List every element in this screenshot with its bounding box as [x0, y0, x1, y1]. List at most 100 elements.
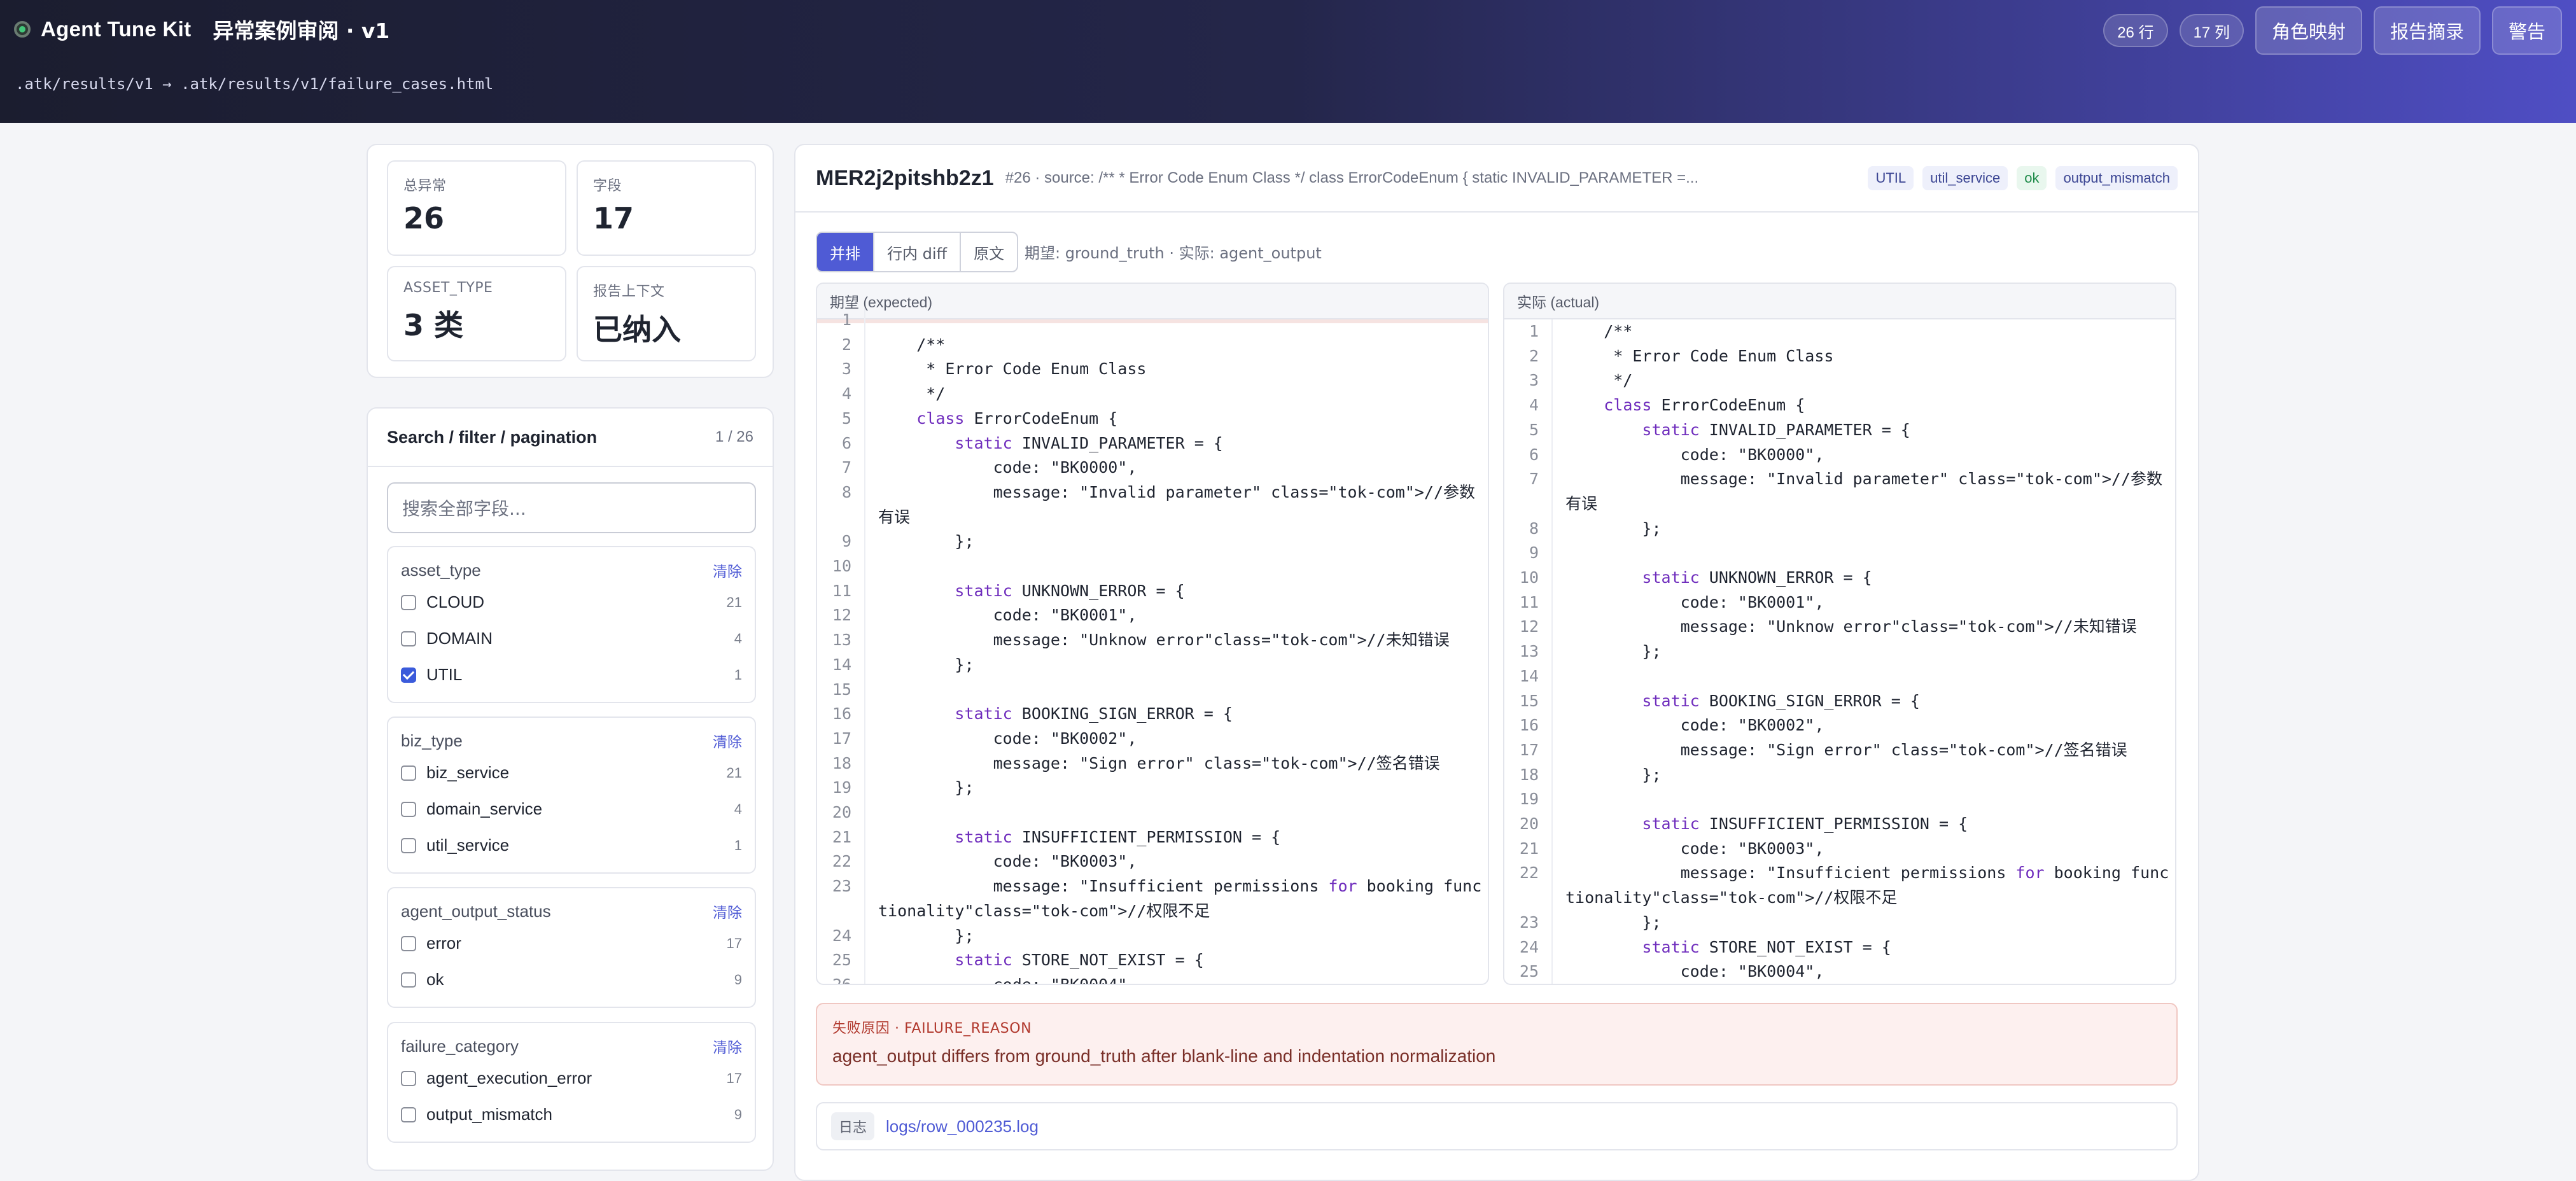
search-input[interactable]: 搜索全部字段...	[387, 482, 756, 533]
filter-option-label: UTIL	[426, 665, 463, 684]
filter-group-failure-category: failure_category 清除 agent_execution_error 1…	[387, 1022, 756, 1143]
results-path: .atk/results/v1 → .atk/results/v1/failur…	[15, 75, 494, 93]
clear-filter-button[interactable]: 清除	[713, 559, 742, 581]
code-text: code: "BK0004",	[878, 975, 1137, 985]
checkbox-icon[interactable]	[401, 972, 416, 988]
code-gutter	[858, 628, 865, 653]
filter-option[interactable]: biz_service 21	[401, 755, 742, 791]
filter-option[interactable]: UTIL 1	[401, 657, 742, 693]
keyword-token: static	[1642, 814, 1700, 834]
stat-value: 17	[593, 201, 634, 235]
code-gutter	[1545, 812, 1553, 837]
code-text: };	[878, 532, 974, 551]
code-text: static UNKNOWN_ERROR = {	[1642, 568, 1872, 587]
code-gutter	[1545, 368, 1553, 394]
checkbox-icon[interactable]	[401, 837, 416, 853]
code-gutter	[858, 357, 865, 382]
filter-option-count: 17	[726, 1070, 742, 1086]
filter-option[interactable]: CLOUD 21	[401, 584, 742, 620]
filter-option[interactable]: agent_execution_error 17	[401, 1060, 742, 1096]
stat-label: 总异常	[403, 178, 447, 194]
line-number: 3	[841, 360, 851, 379]
code-text: code: "BK0000",	[878, 458, 1137, 477]
code-text: message: "Invalid parameter" class="tok-…	[878, 482, 1476, 526]
code-gutter	[1545, 442, 1553, 468]
checkbox-checked-icon[interactable]	[401, 667, 416, 683]
tab-raw[interactable]: 原文	[961, 233, 1017, 271]
checkbox-icon[interactable]	[401, 594, 416, 610]
line-number: 2	[841, 335, 851, 354]
record-id: MER2j2pitshb2z1	[816, 165, 994, 190]
filter-option[interactable]: output_mismatch 9	[401, 1096, 742, 1133]
line-number: 4	[841, 384, 851, 403]
stat-report-context: 报告上下文 已纳入	[577, 266, 756, 361]
line-number: 21	[832, 827, 851, 846]
code-gutter	[1545, 664, 1553, 689]
line-number: 19	[832, 778, 851, 797]
filter-option-count: 1	[734, 837, 742, 853]
code-line: 20 static INSUFFICIENT_PERMISSION = {	[1504, 812, 2175, 837]
tab-inline-diff[interactable]: 行内 diff	[874, 233, 962, 271]
code-text: };	[1565, 912, 1662, 932]
checkbox-icon[interactable]	[401, 765, 416, 781]
role-mapping-button[interactable]: 角色映射	[2255, 6, 2362, 55]
checkbox-icon[interactable]	[401, 1107, 416, 1122]
log-link[interactable]: logs/row_000235.log	[886, 1117, 1039, 1136]
code-gutter	[1545, 344, 1553, 369]
record-header: MER2j2pitshb2z1 #26 · source: /** * Erro…	[795, 145, 2198, 213]
code-line: 14	[1504, 664, 2175, 689]
code-gutter	[1545, 861, 1553, 911]
actual-panel-title: 实际 (actual)	[1504, 284, 2175, 319]
code-text: static INVALID_PARAMETER = {	[1642, 420, 1910, 439]
code-gutter	[1545, 836, 1553, 862]
checkbox-icon[interactable]	[401, 1070, 416, 1086]
code-gutter	[858, 308, 865, 333]
clear-filter-button[interactable]: 清除	[713, 730, 742, 751]
checkbox-icon[interactable]	[401, 631, 416, 646]
filter-option[interactable]: util_service 1	[401, 827, 742, 863]
code-text: */	[878, 384, 946, 403]
code-gutter	[858, 702, 865, 727]
keyword-token: static	[955, 433, 1012, 452]
code-gutter	[858, 529, 865, 555]
clear-filter-button[interactable]: 清除	[713, 1035, 742, 1057]
filter-option-label: biz_service	[426, 763, 510, 782]
line-number: 18	[1519, 765, 1539, 784]
code-gutter	[858, 554, 865, 579]
code-gutter	[858, 948, 865, 973]
filter-option-count: 1	[734, 666, 742, 683]
warnings-button[interactable]: 警告	[2491, 6, 2562, 55]
keyword-token: for	[2015, 863, 2045, 883]
code-line: 4 class ErrorCodeEnum {	[1504, 393, 2175, 418]
line-number: 11	[1519, 592, 1539, 611]
checkbox-icon[interactable]	[401, 935, 416, 951]
code-gutter	[858, 776, 865, 801]
expected-code: 12 /** 3 * Error Code Enum Class 4 */5 cla…	[817, 308, 1488, 985]
filter-option[interactable]: DOMAIN 4	[401, 620, 742, 657]
code-gutter	[858, 406, 865, 431]
code-gutter	[1545, 737, 1553, 763]
filter-option[interactable]: error 17	[401, 925, 742, 961]
expected-code-panel[interactable]: 期望 (expected) 12 /** 3 * Error Code Enum …	[816, 283, 1489, 985]
code-line: 8 message: "Invalid parameter" class="to…	[817, 480, 1488, 530]
rows-count-pill: 26 行	[2103, 14, 2168, 47]
code-gutter	[858, 751, 865, 776]
code-line: 6 static INVALID_PARAMETER = {	[817, 431, 1488, 456]
line-number: 8	[841, 482, 851, 501]
pagination-count: 1 / 26	[715, 428, 753, 445]
tab-side-by-side[interactable]: 并排	[817, 233, 874, 271]
filter-option[interactable]: ok 9	[401, 961, 742, 998]
code-text: code: "BK0001",	[878, 606, 1137, 625]
filter-option[interactable]: domain_service 4	[401, 791, 742, 827]
cols-count-pill: 17 列	[2179, 14, 2244, 47]
code-gutter	[1545, 319, 1553, 344]
clear-filter-button[interactable]: 清除	[713, 900, 742, 922]
line-number: 24	[832, 926, 851, 945]
report-excerpt-button[interactable]: 报告摘录	[2373, 6, 2481, 55]
actual-code-panel[interactable]: 实际 (actual) 1 /** 2 * Error Code Enum Cla…	[1503, 283, 2176, 985]
code-gutter	[1545, 467, 1553, 517]
stat-label: 报告上下文	[593, 284, 665, 300]
keyword-token: static	[955, 704, 1012, 723]
checkbox-icon[interactable]	[401, 801, 416, 817]
code-line: 19	[1504, 787, 2175, 813]
